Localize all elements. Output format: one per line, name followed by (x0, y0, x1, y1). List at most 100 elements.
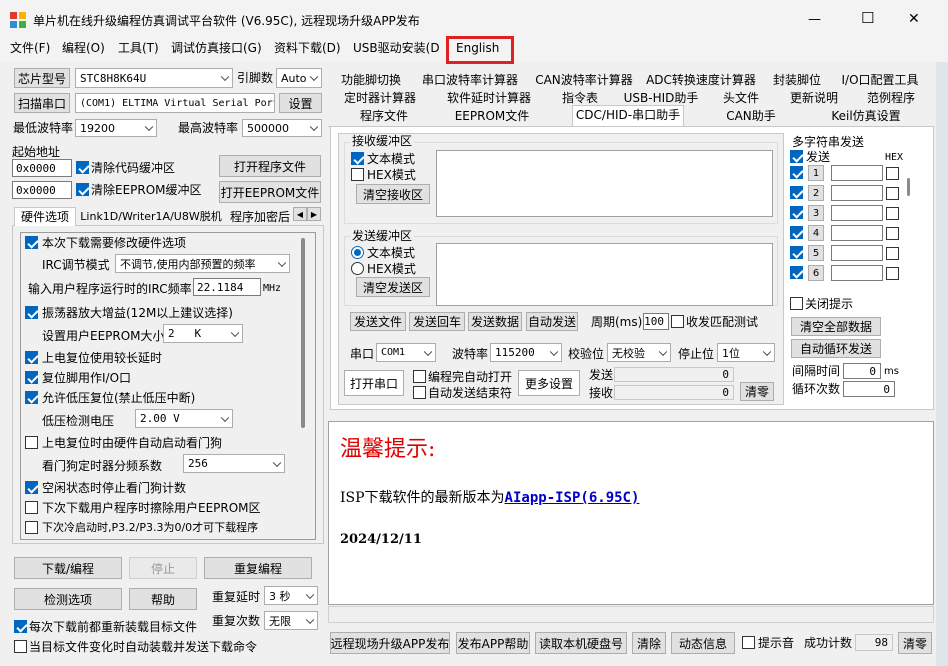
clear-code-checkbox[interactable] (76, 161, 89, 174)
tab-scroll-left-icon[interactable]: ◀ (293, 207, 307, 221)
recv-hex-checkbox[interactable] (351, 168, 364, 181)
tab-keil-sim[interactable]: Keil仿真设置 (820, 107, 912, 125)
recv-textarea[interactable] (436, 150, 773, 217)
auto-open-checkbox[interactable] (413, 370, 426, 383)
tab-io-config[interactable]: I/O口配置工具 (838, 71, 922, 89)
stopbits-select[interactable]: 1位 (717, 343, 775, 362)
menu-english[interactable]: English (456, 40, 499, 56)
multi-row-hex-checkbox[interactable] (886, 227, 899, 240)
help-button[interactable]: 帮助 (129, 588, 197, 610)
tab-encrypt[interactable]: 程序加密后 (226, 208, 294, 226)
tab-delay-calc[interactable]: 软件延时计算器 (442, 89, 536, 107)
repeat-count-select[interactable]: 无限 (264, 611, 318, 630)
osc-gain-checkbox[interactable] (25, 306, 38, 319)
com-select[interactable]: COM1 (376, 343, 436, 362)
multi-row-checkbox[interactable] (790, 226, 803, 239)
open-eeprom-button[interactable]: 打开EEPROM文件 (219, 181, 321, 203)
long-delay-checkbox[interactable] (25, 351, 38, 364)
multi-row-button[interactable]: 1 (808, 165, 824, 181)
publish-help-button[interactable]: 发布APP帮助 (456, 632, 530, 654)
modify-hw-checkbox[interactable] (25, 236, 38, 249)
cold-boot-checkbox[interactable] (25, 521, 38, 534)
period-input[interactable]: 100 (643, 313, 669, 330)
multi-row-checkbox[interactable] (790, 166, 803, 179)
multi-scrollbar[interactable] (907, 178, 910, 196)
check-options-button[interactable]: 检测选项 (14, 588, 122, 610)
send-file-button[interactable]: 发送文件 (350, 312, 406, 331)
send-clear-button[interactable]: 清空发送区 (356, 277, 430, 297)
horizontal-scrollbar[interactable] (328, 606, 934, 623)
tab-scroll-right-icon[interactable]: ▶ (307, 207, 321, 221)
menu-debug[interactable]: 调试仿真接口(G) (171, 40, 262, 56)
multi-row-button[interactable]: 6 (808, 265, 824, 281)
settings-button[interactable]: 设置 (279, 93, 322, 113)
irc-mode-select[interactable]: 不调节,使用内部预置的频率 (115, 254, 290, 273)
pins-select[interactable]: Auto (276, 68, 322, 88)
tab-hardware-options[interactable]: 硬件选项 (14, 207, 76, 227)
multi-row-button[interactable]: 3 (808, 205, 824, 221)
stop-button[interactable]: 停止 (129, 557, 197, 579)
beep-checkbox[interactable] (742, 636, 755, 649)
multi-row-checkbox[interactable] (790, 206, 803, 219)
recv-clear-button[interactable]: 清空接收区 (356, 184, 430, 204)
multi-row-hex-checkbox[interactable] (886, 187, 899, 200)
lvr-checkbox[interactable] (25, 391, 38, 404)
eeprom-addr-input[interactable]: 0x0000 (12, 181, 72, 199)
menu-program[interactable]: 编程(O) (62, 40, 105, 56)
read-disk-button[interactable]: 读取本机硬盘号 (535, 632, 627, 654)
multi-row-hex-checkbox[interactable] (886, 167, 899, 180)
baud-select[interactable]: 115200 (490, 343, 562, 362)
tab-can-baud-calc[interactable]: CAN波特率计算器 (534, 71, 634, 89)
menu-file[interactable]: 文件(F) (10, 40, 50, 56)
clear-counts-button[interactable]: 清零 (740, 382, 774, 401)
repeat-delay-select[interactable]: 3 秒 (264, 586, 318, 605)
multi-row-input[interactable] (831, 205, 883, 221)
multi-row-input[interactable] (831, 265, 883, 281)
idle-wdt-checkbox[interactable] (25, 481, 38, 494)
clear-success-button[interactable]: 清零 (898, 632, 932, 654)
parity-select[interactable]: 无校验 (607, 343, 671, 362)
close-hint-checkbox[interactable] (790, 297, 803, 310)
clear-eeprom-checkbox[interactable] (76, 183, 89, 196)
download-button[interactable]: 下载/编程 (14, 557, 122, 579)
multi-row-hex-checkbox[interactable] (886, 267, 899, 280)
eeprom-size-select[interactable]: 2 K (163, 324, 243, 343)
menu-download[interactable]: 资料下载(D) (274, 40, 341, 56)
tab-header-file[interactable]: 头文件 (716, 89, 766, 107)
min-baud-select[interactable]: 19200 (75, 119, 157, 137)
recv-text-checkbox[interactable] (351, 152, 364, 165)
latest-version-link[interactable]: AIapp-ISP(6.95C) (505, 490, 640, 506)
multi-row-checkbox[interactable] (790, 246, 803, 259)
auto-send-button[interactable]: 自动发送 (526, 312, 578, 331)
wdt-div-select[interactable]: 256 (183, 454, 285, 473)
clear-button[interactable]: 清除 (632, 632, 666, 654)
auto-loop-send-button[interactable]: 自动循环发送 (791, 339, 881, 358)
tab-adc-speed-calc[interactable]: ADC转换速度计算器 (646, 71, 756, 89)
chip-model-select[interactable]: STC8H8K64U (75, 68, 233, 88)
auto-send-download-checkbox[interactable] (14, 640, 27, 653)
maximize-icon[interactable]: ☐ (861, 10, 874, 26)
multi-row-button[interactable]: 4 (808, 225, 824, 241)
open-port-button[interactable]: 打开串口 (344, 370, 404, 396)
wdt-auto-checkbox[interactable] (25, 436, 38, 449)
send-enter-button[interactable]: 发送回车 (409, 312, 465, 331)
dynamic-info-button[interactable]: 动态信息 (671, 632, 735, 654)
tab-update-notes[interactable]: 更新说明 (782, 89, 846, 107)
multi-row-input[interactable] (831, 225, 883, 241)
send-text-radio[interactable] (351, 246, 364, 259)
reprogram-button[interactable]: 重复编程 (204, 557, 312, 579)
close-icon[interactable]: ✕ (908, 11, 920, 27)
tab-eeprom-file[interactable]: EEPROM文件 (452, 107, 532, 125)
tab-timer-calc[interactable]: 定时器计算器 (340, 89, 420, 107)
tab-uart-baud-calc[interactable]: 串口波特率计算器 (418, 71, 522, 89)
tab-examples[interactable]: 范例程序 (858, 89, 924, 107)
tab-package-pins[interactable]: 封装脚位 (766, 71, 828, 89)
code-addr-input[interactable]: 0x0000 (12, 159, 72, 177)
multi-row-checkbox[interactable] (790, 186, 803, 199)
clear-all-data-button[interactable]: 清空全部数据 (791, 317, 881, 336)
port-select[interactable]: (COM1) ELTIMA Virtual Serial Port (75, 93, 275, 113)
publish-app-button[interactable]: 远程现场升级APP发布 (330, 632, 450, 654)
multi-row-hex-checkbox[interactable] (886, 207, 899, 220)
menu-usb-driver[interactable]: USB驱动安装(D (353, 40, 440, 56)
reload-checkbox[interactable] (14, 620, 27, 633)
